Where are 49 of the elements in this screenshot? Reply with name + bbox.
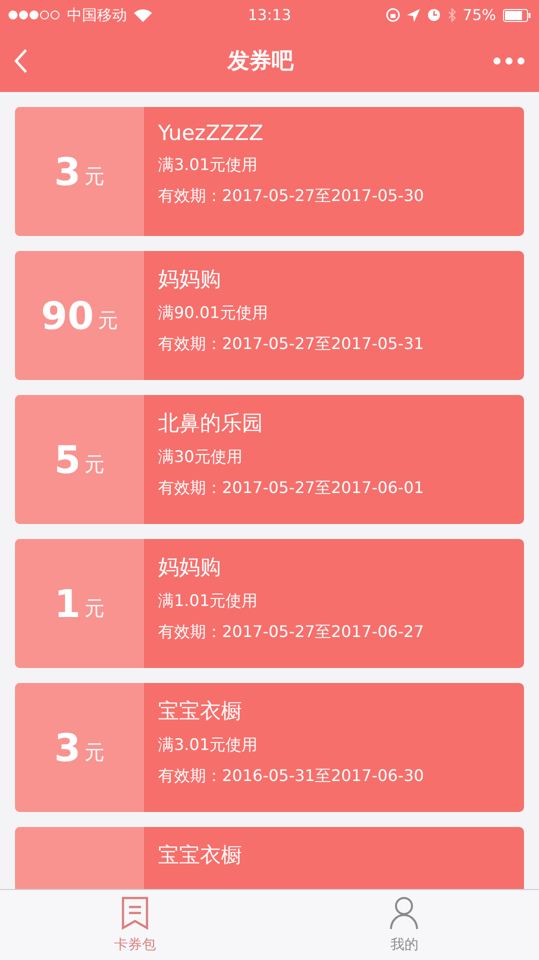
usage-condition: 满1.01元使用 [158, 591, 259, 612]
shop-name: 宝宝衣橱 [158, 842, 243, 869]
coupon-card[interactable]: 90 元 妈妈购 满90.01元使用 有效期：2017-05-27至2017-05-31 [15, 251, 524, 380]
rotation-lock-icon [386, 8, 400, 22]
coupon-amount: 1 [54, 582, 81, 626]
coupon-amount: 5 [54, 438, 81, 482]
location-icon [406, 8, 420, 22]
shop-name: 妈妈购 [158, 554, 222, 581]
usage-condition: 满3.01元使用 [158, 155, 259, 176]
currency-unit: 元 [84, 739, 105, 766]
coupon-card[interactable]: 5 元 北鼻的乐园 满30元使用 有效期：2017-05-27至2017-06-01 [15, 395, 524, 524]
more-icon[interactable] [493, 57, 525, 65]
shop-name: 妈妈购 [158, 266, 222, 293]
usage-condition: 满30元使用 [158, 447, 244, 468]
currency-unit: 元 [98, 307, 118, 334]
validity-period: 有效期：2017-05-27至2017-05-30 [158, 186, 425, 207]
coupon-amount: 3 [54, 726, 81, 770]
shop-name: YuezZZZZ [158, 121, 264, 145]
currency-unit: 元 [84, 595, 105, 622]
usage-condition: 满3.01元使用 [158, 735, 259, 756]
coupon-card[interactable]: 3 元 宝宝衣橱 满3.01元使用 有效期：2016-05-31至2017-06-30 [15, 683, 524, 812]
back-icon[interactable] [14, 48, 28, 74]
signal-icon [8, 10, 60, 20]
coupon-amount: 3 [54, 150, 81, 194]
alarm-icon [426, 8, 441, 22]
bluetooth-icon [448, 8, 456, 22]
tab-bar-item[interactable]: 我的 [270, 890, 539, 960]
shop-name: 宝宝衣橱 [158, 698, 243, 725]
wifi-icon [134, 8, 152, 22]
validity-period: 有效期：2017-05-27至2017-06-27 [158, 622, 425, 643]
usage-condition: 满90.01元使用 [158, 303, 269, 324]
battery-icon [503, 8, 532, 22]
tab-bar-item[interactable]: 卡券包 [0, 890, 270, 960]
bookmark-icon [120, 896, 149, 930]
person-icon [389, 896, 420, 930]
coupon-card[interactable]: 3 元 YuezZZZZ 满3.01元使用 有效期：2017-05-27至2017-05-30 [15, 107, 524, 236]
page-title: 发券吧 [228, 48, 294, 76]
clock-time: 13:13 [248, 6, 292, 24]
validity-period: 有效期：2016-05-31至2017-06-30 [158, 766, 425, 787]
carrier-name: 中国移动 [67, 6, 127, 24]
coupon-card[interactable]: 1 元 妈妈购 满1.01元使用 有效期：2017-05-27至2017-06-27 [15, 539, 524, 668]
validity-period: 有效期：2017-05-27至2017-05-31 [158, 334, 425, 355]
currency-unit: 元 [84, 163, 105, 190]
currency-unit: 元 [84, 451, 105, 478]
validity-period: 有效期：2017-05-27至2017-06-01 [158, 478, 425, 499]
battery-percent: 75% [462, 6, 496, 24]
coupon-amount: 90 [41, 294, 94, 338]
shop-name: 北鼻的乐园 [158, 410, 264, 437]
coupon-card[interactable]: 宝宝衣橱 [15, 827, 524, 889]
